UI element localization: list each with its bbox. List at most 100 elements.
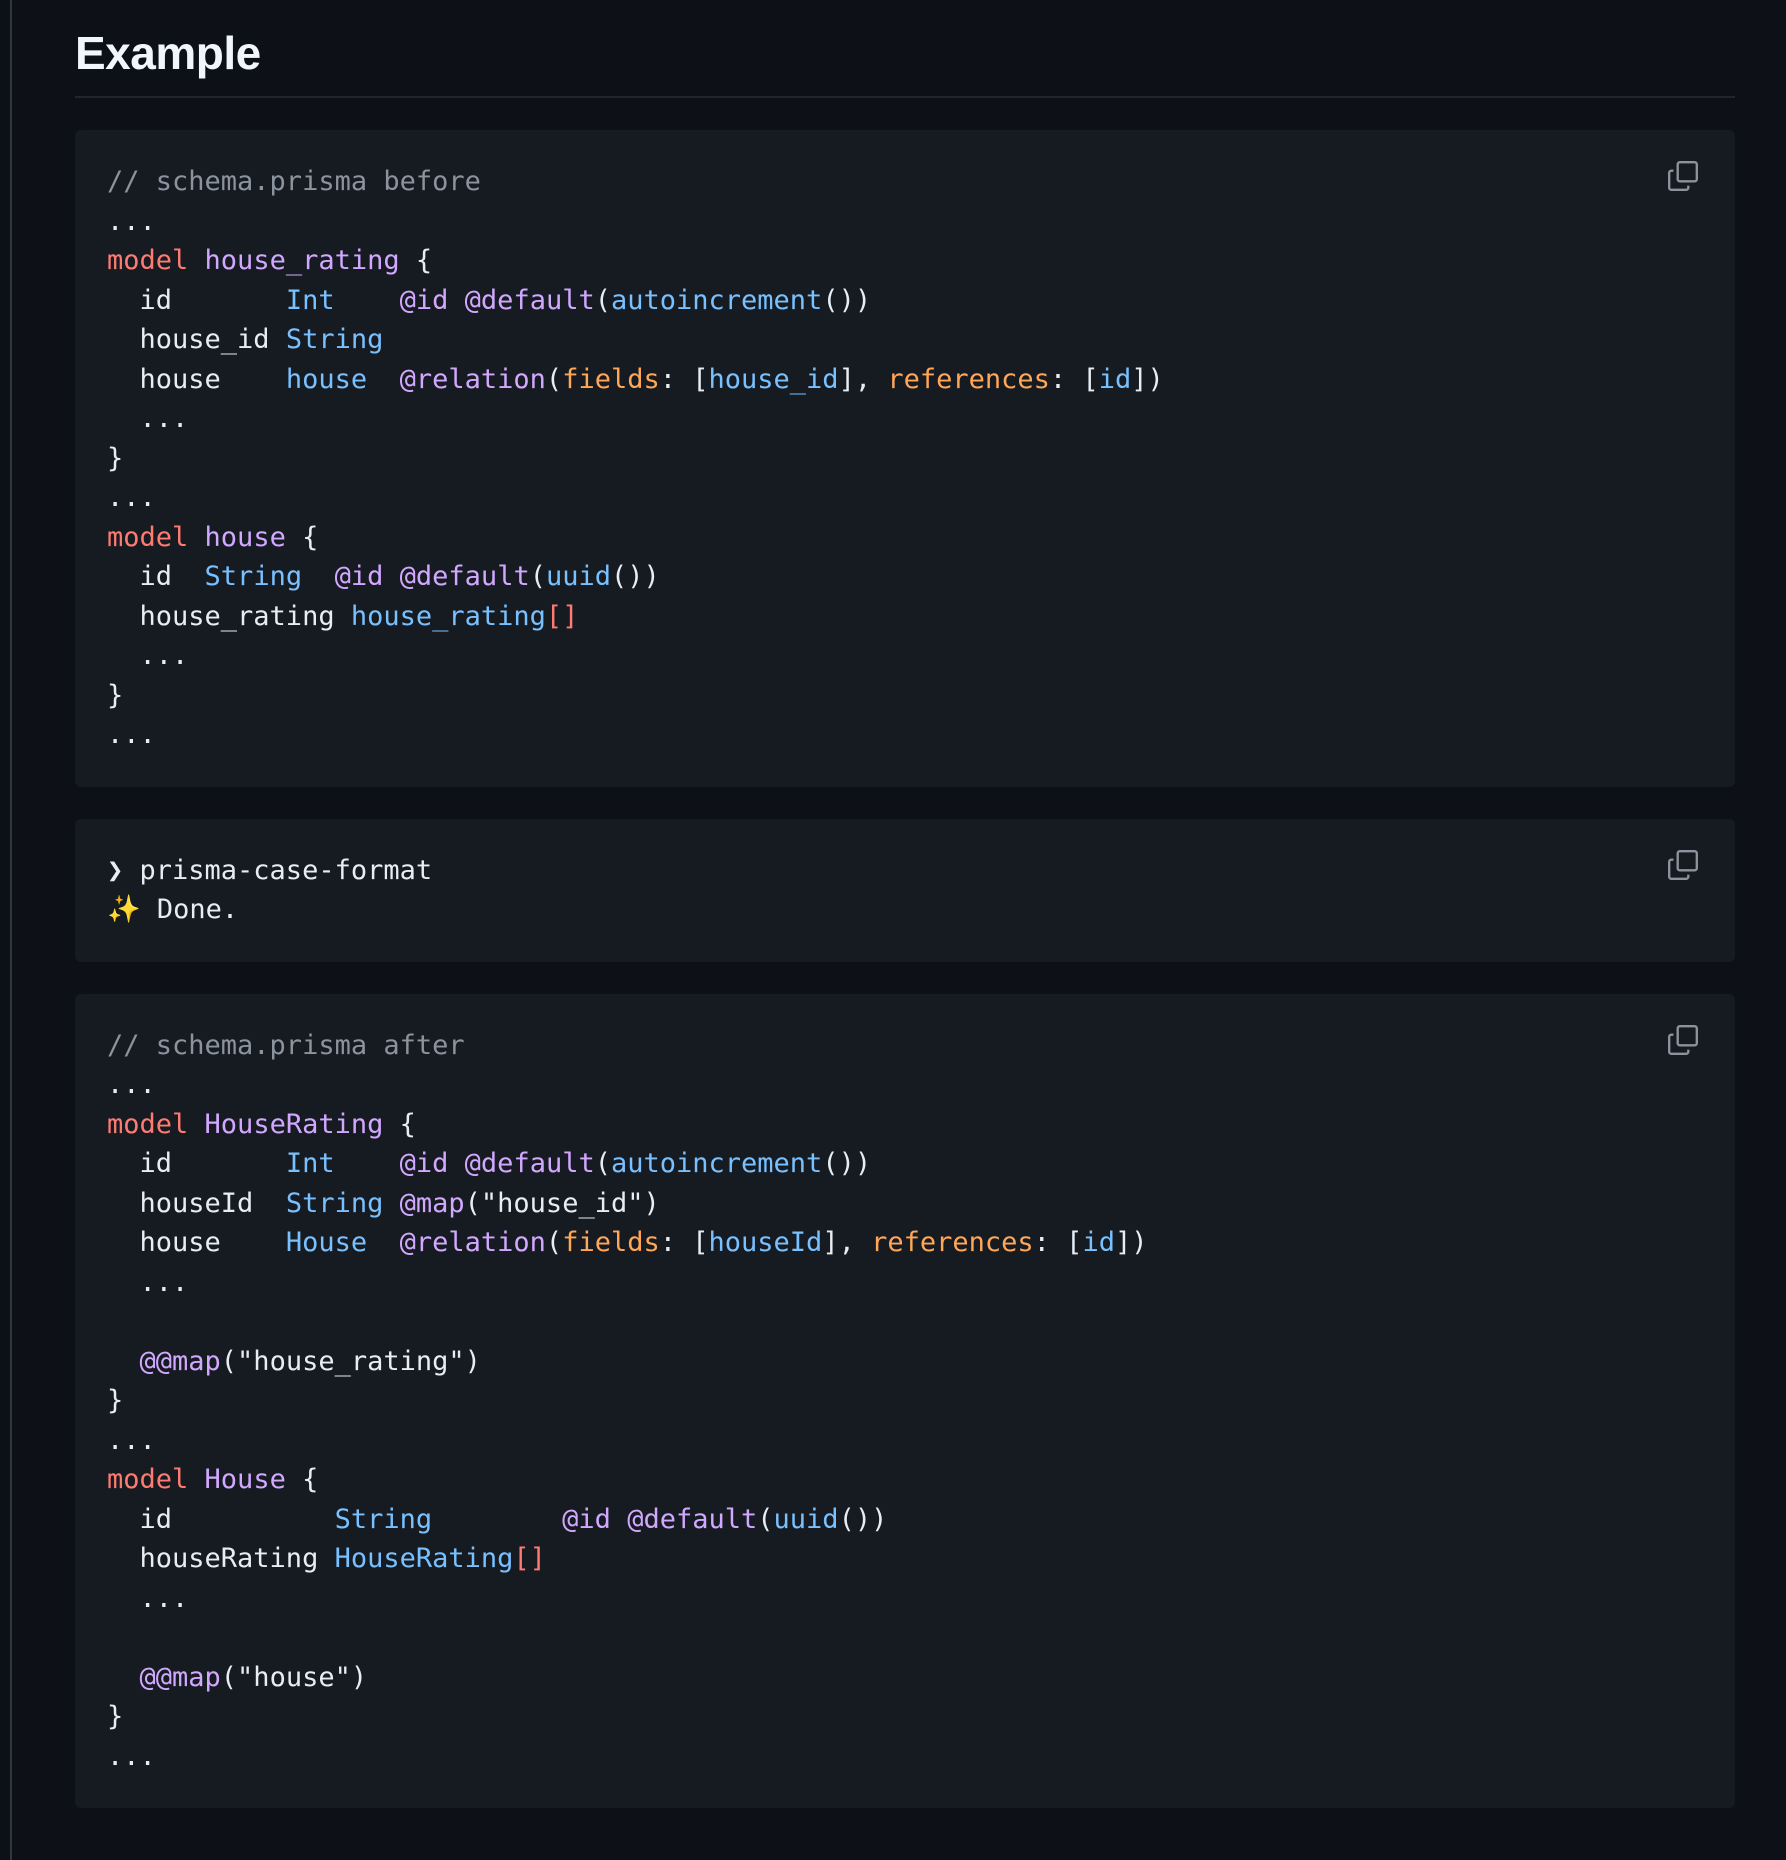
code-token: house_rating — [107, 600, 351, 632]
code-line: id String @id @default(uuid()) — [107, 1503, 888, 1535]
code-content[interactable]: // schema.prisma after ... model HouseRa… — [107, 1026, 1703, 1777]
code-token: // schema.prisma before — [107, 166, 481, 197]
code-token: } — [107, 679, 124, 711]
markdown-body: Example // schema.prisma before ... mode… — [75, 0, 1735, 1808]
code-token: ]) — [1114, 1227, 1148, 1258]
code-token: model — [107, 521, 189, 553]
code-block-after: // schema.prisma after ... model HouseRa… — [75, 993, 1735, 1808]
code-token: House — [204, 1464, 286, 1495]
code-line: ✨ Done. — [107, 894, 238, 925]
code-token: house_rating — [204, 245, 400, 276]
code-token: house — [107, 363, 286, 395]
code-token: HouseRating — [334, 1543, 514, 1574]
code-token: String — [285, 324, 384, 355]
code-token: @id — [399, 1148, 449, 1179]
code-token: ... — [107, 1069, 156, 1100]
code-line: ... — [107, 1741, 156, 1772]
code-token: ... — [107, 1424, 156, 1456]
code-line: id String @id @default(uuid()) — [107, 561, 660, 592]
code-token: ( — [757, 1503, 774, 1535]
code-token: model — [107, 1464, 189, 1495]
copy-button[interactable] — [1661, 843, 1705, 887]
code-token: Int — [285, 1148, 335, 1179]
code-token: ( — [529, 561, 546, 592]
code-token: { — [383, 1108, 416, 1140]
code-line: ... — [107, 206, 156, 237]
copy-button[interactable] — [1661, 154, 1705, 198]
code-line: } — [107, 443, 123, 474]
code-token: HouseRating — [204, 1108, 384, 1140]
code-token: fields — [562, 363, 660, 395]
code-line: ... — [107, 640, 189, 671]
code-line: model House { — [107, 1464, 318, 1495]
code-token: : [ — [659, 1227, 709, 1258]
code-token: id — [1098, 363, 1132, 395]
code-token: fields — [562, 1227, 660, 1258]
code-line: houseRating HouseRating[] — [107, 1543, 546, 1574]
code-line: house House @relation(fields: [houseId],… — [107, 1227, 1148, 1258]
code-token: id — [1082, 1227, 1115, 1258]
code-line: model HouseRating { — [107, 1109, 416, 1140]
code-token: autoincrement — [610, 1148, 823, 1179]
code-content[interactable]: ❯ prisma-case-format ✨ Done. — [107, 851, 1703, 930]
code-line: } — [107, 1385, 123, 1416]
code-token: : [ — [659, 363, 709, 395]
code-line: ... — [107, 1425, 156, 1456]
code-token: ... — [107, 482, 156, 513]
code-line: } — [107, 1701, 123, 1732]
code-token: ( — [545, 1227, 563, 1258]
code-line: @@map("house_rating") — [107, 1346, 481, 1377]
code-token: : [ — [1049, 363, 1099, 395]
code-token: ... — [107, 403, 189, 434]
code-token: @default — [464, 284, 595, 316]
section-heading: Example — [75, 0, 1735, 98]
code-token: id — [107, 561, 205, 592]
code-token: ... — [107, 719, 156, 750]
code-token: uuid — [773, 1503, 839, 1535]
code-token: // schema.prisma after — [107, 1029, 465, 1061]
copy-icon — [1668, 849, 1698, 880]
code-token: ( — [545, 363, 563, 395]
code-token: { — [399, 245, 433, 276]
code-token: String — [285, 1187, 384, 1219]
code-line: ... — [107, 482, 156, 513]
code-token: houseId — [107, 1187, 286, 1219]
code-token: ], — [838, 363, 888, 395]
code-token: @@map — [139, 1345, 221, 1377]
code-token: house_rating — [350, 600, 546, 632]
code-token: House — [285, 1227, 368, 1258]
code-token: house_id — [107, 324, 286, 355]
code-line: id Int @id @default(autoincrement()) — [107, 1148, 872, 1179]
code-token: @relation — [399, 363, 546, 395]
page-left-border — [10, 0, 12, 1860]
code-token: house — [204, 521, 286, 553]
code-line: model house { — [107, 522, 318, 553]
code-token: model — [107, 1108, 189, 1140]
code-line: ... — [107, 403, 189, 434]
code-token: ... — [107, 1582, 189, 1614]
code-token: references — [887, 363, 1050, 395]
code-content[interactable]: // schema.prisma before ... model house_… — [107, 162, 1703, 755]
code-token: { — [285, 1464, 319, 1495]
code-line: house house @relation(fields: [house_id]… — [107, 364, 1164, 395]
copy-button[interactable] — [1661, 1018, 1705, 1062]
code-line: @@map("house") — [107, 1661, 368, 1693]
code-token: ... — [107, 1266, 189, 1298]
code-line: house_rating house_rating[] — [107, 600, 579, 632]
code-token: @id — [399, 284, 449, 316]
code-token: String — [204, 561, 303, 592]
code-token: @relation — [399, 1227, 546, 1258]
code-line: } — [107, 680, 123, 711]
code-block-before: // schema.prisma before ... model house_… — [75, 130, 1735, 787]
code-token: @@map — [139, 1661, 221, 1693]
code-token: id — [107, 1148, 286, 1179]
